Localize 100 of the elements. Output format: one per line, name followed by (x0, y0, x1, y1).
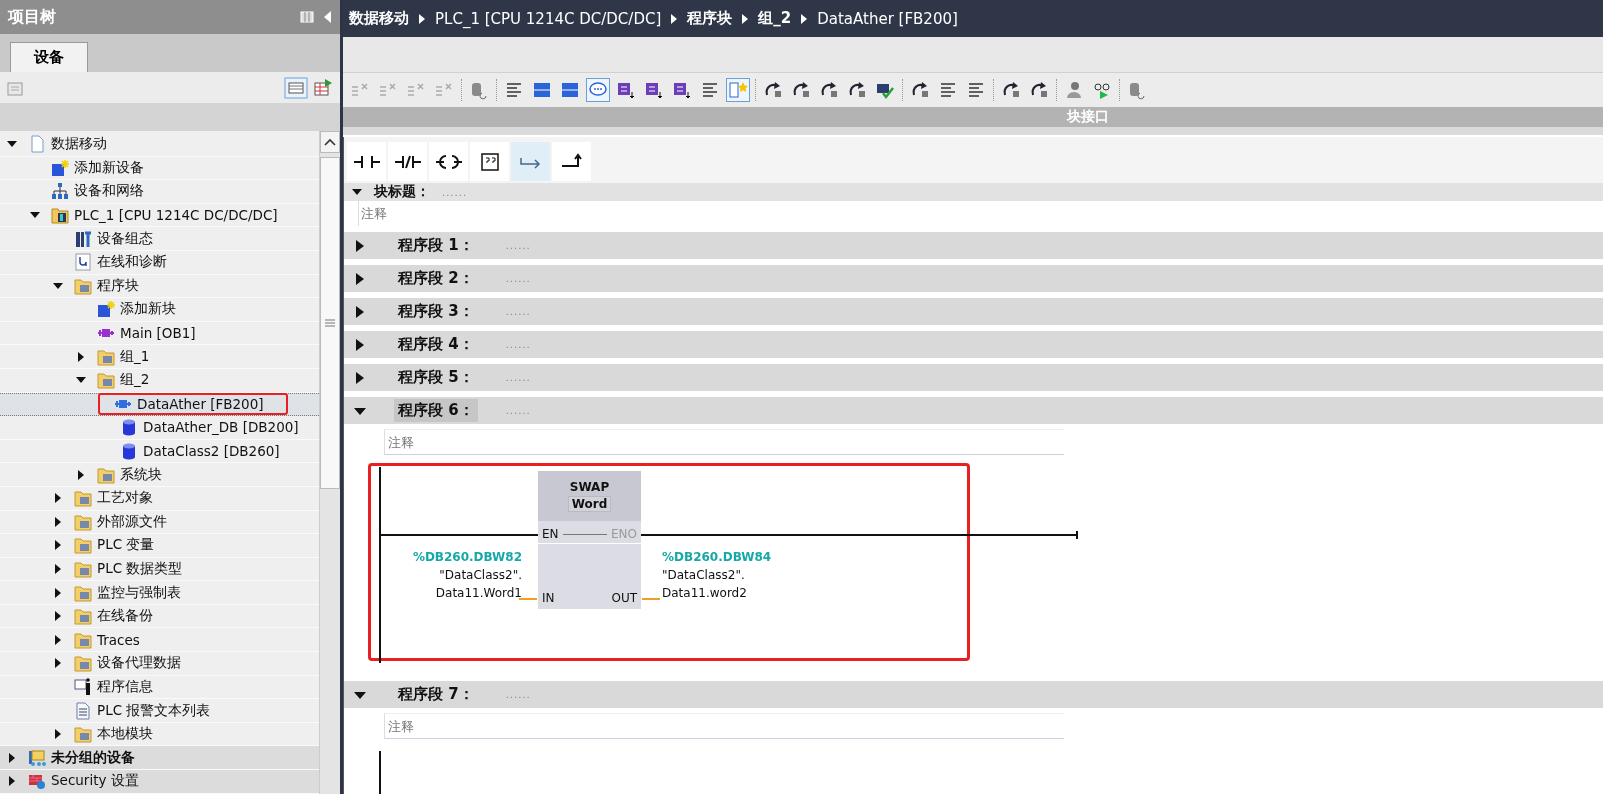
network-title: 程序段 4： (396, 334, 475, 355)
pin-label: EN (542, 527, 559, 541)
pin-label: OUT (611, 591, 637, 605)
tree-item[interactable]: PLC_1 [CPU 1214C DC/DC/DC] (0, 203, 319, 228)
collapsed-arrow-icon[interactable] (76, 351, 86, 362)
tree-item[interactable]: 组_2 (0, 368, 319, 393)
tree-item[interactable]: DataClass2 [DB260] (0, 439, 319, 464)
collapsed-arrow-icon[interactable] (354, 371, 366, 384)
tree-item[interactable]: 程序块 (0, 274, 319, 299)
breadcrumb-item[interactable]: 组_2 (758, 9, 792, 28)
expanded-arrow-icon[interactable] (53, 280, 63, 291)
collapsed-arrow-icon[interactable] (53, 564, 63, 574)
collapsed-arrow-icon[interactable] (53, 634, 63, 645)
layout-icon[interactable] (300, 10, 314, 24)
collapsed-arrow-icon[interactable] (7, 752, 17, 763)
operand-symbol[interactable]: Data11.word2 (662, 584, 747, 602)
collapsed-arrow-icon[interactable] (354, 338, 366, 351)
collapsed-arrow-icon[interactable] (53, 493, 63, 504)
folder-icon (97, 465, 115, 484)
scroll-up-icon[interactable] (324, 138, 336, 146)
operand-symbol[interactable]: Data11.Word1 (435, 584, 522, 602)
ladder-tool-button[interactable] (552, 142, 591, 181)
tree-item[interactable]: PLC 报警文本列表 (0, 699, 319, 723)
network-header[interactable]: 程序段 4： ...... (344, 331, 1603, 358)
ladder-tool-button[interactable] (429, 142, 468, 181)
tree-item[interactable]: 在线备份 (0, 604, 319, 629)
collapsed-arrow-icon[interactable] (7, 776, 17, 787)
network-title: 程序段 6： (394, 399, 478, 422)
network-header[interactable]: 程序段 7： ...... (344, 681, 1603, 708)
tree-item[interactable]: DataAther_DB [DB200] (0, 416, 319, 440)
ladder-tool-button[interactable] (470, 142, 509, 181)
collapsed-arrow-icon[interactable] (76, 469, 86, 480)
comment-icon[interactable] (587, 79, 609, 101)
table-view-icon[interactable] (284, 76, 308, 99)
block-title-bar[interactable]: 块标题： ...... (344, 183, 1603, 201)
collapsed-arrow-icon[interactable] (53, 587, 63, 598)
tree-label: 程序信息 (97, 677, 153, 696)
network-header[interactable]: 程序段 3： ...... (344, 298, 1603, 325)
grip-icon[interactable] (324, 319, 336, 327)
tree-label: 系统块 (120, 465, 162, 484)
tree-item[interactable]: 设备代理数据 (0, 652, 319, 676)
database-icon (120, 418, 138, 437)
collapsed-arrow-icon[interactable] (53, 611, 63, 622)
operand-symbol[interactable]: "DataClass2". (439, 566, 522, 584)
chevron-icon (670, 13, 679, 24)
title-placeholder: ...... (505, 240, 531, 251)
tree-item[interactable]: 设备和网络 (0, 180, 319, 204)
comment-field[interactable]: 注释 (384, 713, 1064, 739)
collapsed-arrow-icon[interactable] (53, 658, 63, 669)
tab[interactable]: 设备 (10, 42, 88, 72)
tree-item[interactable]: 监控与强制表 (0, 581, 319, 605)
tree-label: 工艺对象 (97, 489, 153, 508)
breadcrumb-item[interactable]: 数据移动 (349, 9, 409, 28)
tree-item[interactable]: 在线和诊断 (0, 250, 319, 275)
operand-symbol[interactable]: "DataClass2". (662, 566, 745, 584)
tree-item[interactable]: PLC 数据类型 (0, 557, 319, 582)
chevron-icon (800, 13, 809, 24)
tree-item[interactable]: Security 设置 (0, 770, 319, 794)
ladder-tool-button[interactable] (347, 142, 386, 181)
tree-item[interactable]: 数据移动 (0, 133, 319, 157)
tree-item[interactable]: Main [OB1] (0, 321, 319, 346)
collapsed-arrow-icon[interactable] (354, 305, 366, 318)
collapsed-arrow-icon[interactable] (53, 516, 63, 527)
tree-label: 在线和诊断 (97, 253, 167, 272)
tree-label: 添加新设备 (74, 158, 144, 177)
collapsed-arrow-icon[interactable] (354, 272, 366, 285)
collapsed-arrow-icon[interactable] (53, 540, 63, 551)
tree-item[interactable]: 设备组态 (0, 227, 319, 251)
network-header[interactable]: 程序段 6： ...... (344, 397, 1603, 424)
tree-label: 外部源文件 (97, 512, 167, 531)
tree-item[interactable]: DataAther [FB200] (0, 392, 319, 417)
network-header[interactable]: 程序段 2： ...... (344, 265, 1603, 292)
tree-item[interactable]: 外部源文件 (0, 510, 319, 535)
comment-field[interactable]: 注释 (384, 429, 1064, 455)
comment-field[interactable]: 注释 (358, 201, 1603, 226)
network-header[interactable]: 程序段 1： ...... (344, 232, 1603, 259)
expanded-arrow-icon[interactable] (352, 188, 362, 196)
network-header[interactable]: 程序段 5： ...... (344, 364, 1603, 391)
ladder-tool-button[interactable] (388, 142, 427, 181)
tree-item[interactable]: 工艺对象 (0, 486, 319, 511)
tree-label: PLC 数据类型 (97, 560, 183, 578)
diagnostics-icon (74, 253, 92, 272)
scrollbar[interactable] (319, 131, 340, 794)
breadcrumb-item[interactable]: 程序块 (687, 9, 733, 28)
tree-item[interactable]: 组_1 (0, 345, 319, 369)
tree-item[interactable]: 程序信息 (0, 675, 319, 700)
type-selector[interactable]: Word (567, 496, 612, 512)
tree-item[interactable]: 添加新块 (0, 298, 319, 322)
collapsed-arrow-icon[interactable] (53, 729, 63, 740)
tree-item[interactable]: Traces (0, 628, 319, 653)
device-group-icon (28, 748, 46, 767)
tree-item[interactable]: 添加新设备 (0, 156, 319, 181)
tree-item[interactable]: PLC 变量 (0, 534, 319, 558)
tree-item[interactable]: 系统块 (0, 463, 319, 487)
table-export-icon[interactable] (312, 76, 334, 99)
breadcrumb-item[interactable]: DataAther [FB200] (817, 9, 958, 28)
collapsed-arrow-icon[interactable] (354, 239, 366, 252)
tree-item[interactable]: 未分组的设备 (0, 746, 319, 771)
collapse-icon[interactable] (322, 10, 332, 24)
breadcrumb-item[interactable]: PLC_1 [CPU 1214C DC/DC/DC] (435, 9, 662, 28)
